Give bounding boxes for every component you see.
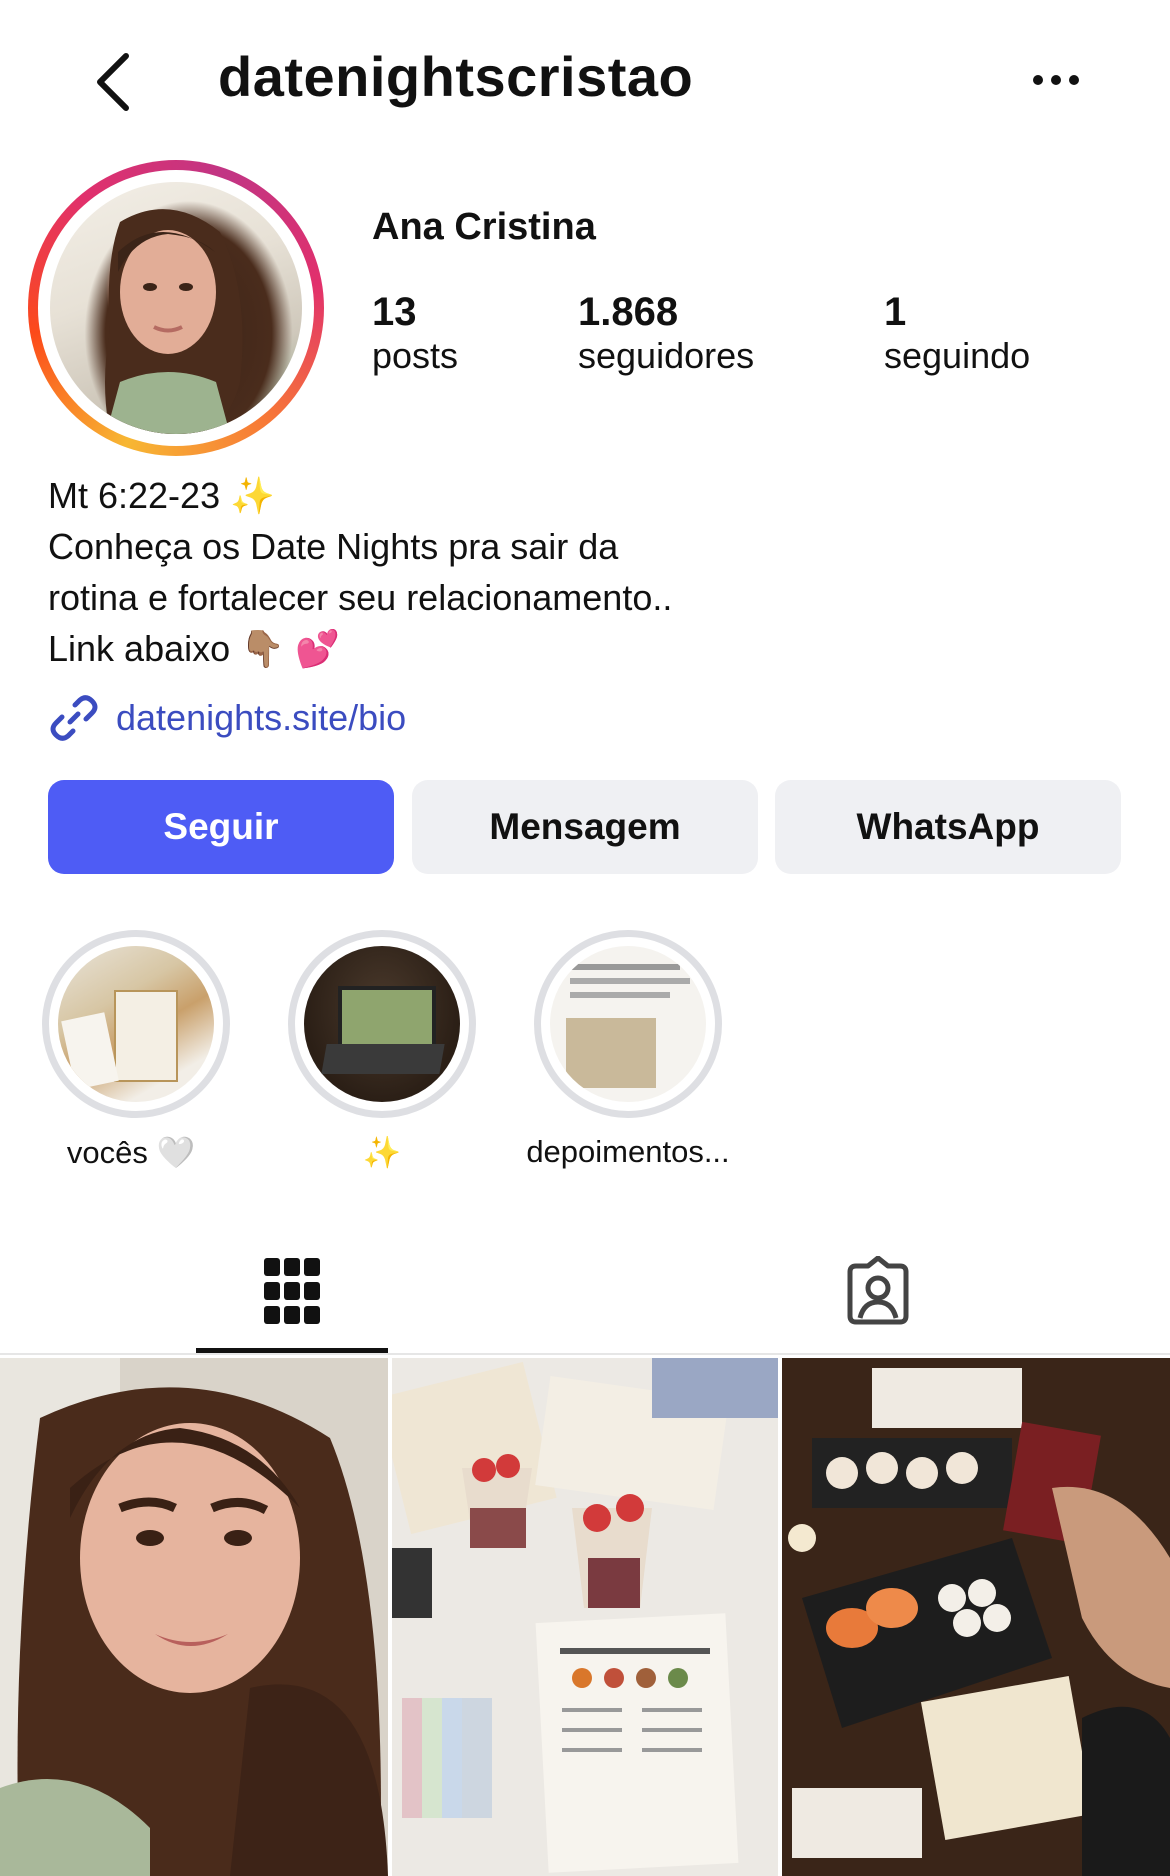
highlight-voces[interactable] bbox=[42, 930, 230, 1118]
bio-line-2: Conheça os Date Nights pra sair da bbox=[48, 526, 619, 567]
highlight-sparkles[interactable] bbox=[288, 930, 476, 1118]
bio-line-1: Mt 6:22-23 ✨ bbox=[48, 475, 275, 516]
more-options-icon[interactable] bbox=[1030, 70, 1082, 90]
highlight-cover bbox=[58, 946, 214, 1102]
stat-following-value: 1 bbox=[884, 290, 907, 334]
active-tab-indicator bbox=[196, 1348, 388, 1353]
tagged-person-icon[interactable] bbox=[844, 1256, 912, 1326]
post-thumbnail[interactable] bbox=[392, 1358, 778, 1876]
stat-following-label: seguindo bbox=[884, 335, 1031, 376]
stat-following[interactable]: 1 seguindo bbox=[884, 290, 1030, 377]
highlight-depoimentos[interactable] bbox=[534, 930, 722, 1118]
highlight-label: vocês 🤍 bbox=[66, 1135, 196, 1170]
header-username: datenightscristao bbox=[218, 45, 694, 108]
message-button[interactable]: Mensagem bbox=[412, 780, 758, 874]
grid-icon[interactable] bbox=[264, 1258, 320, 1324]
stat-posts[interactable]: 13 posts bbox=[372, 290, 458, 377]
stat-followers-label: seguidores bbox=[578, 335, 755, 376]
bio-link[interactable]: datenights.site/bio bbox=[48, 692, 406, 744]
bio-line-4: Link abaixo 👇🏽 💕 bbox=[48, 628, 340, 669]
whatsapp-button[interactable]: WhatsApp bbox=[775, 780, 1121, 874]
post-thumbnail[interactable] bbox=[782, 1358, 1170, 1876]
stat-followers[interactable]: 1.868 seguidores bbox=[578, 290, 754, 377]
back-chevron-icon[interactable] bbox=[92, 50, 136, 114]
avatar bbox=[50, 182, 302, 434]
profile-display-name: Ana Cristina bbox=[372, 206, 596, 248]
bio-line-3: rotina e fortalecer seu relacionamento.. bbox=[48, 577, 673, 618]
post-thumbnail[interactable] bbox=[0, 1358, 388, 1876]
stat-followers-value: 1.868 bbox=[578, 290, 679, 334]
profile-avatar-story-ring[interactable] bbox=[28, 160, 324, 456]
highlight-label: ✨ bbox=[362, 1135, 402, 1170]
stat-posts-label: posts bbox=[372, 335, 459, 376]
stat-posts-value: 13 bbox=[372, 290, 417, 334]
follow-button[interactable]: Seguir bbox=[48, 780, 394, 874]
highlight-cover bbox=[304, 946, 460, 1102]
highlight-label: depoimentos... bbox=[526, 1134, 730, 1169]
highlight-cover bbox=[550, 946, 706, 1102]
bio-link-text: datenights.site/bio bbox=[116, 697, 407, 738]
tab-divider bbox=[0, 1353, 1170, 1355]
link-icon bbox=[50, 695, 98, 741]
